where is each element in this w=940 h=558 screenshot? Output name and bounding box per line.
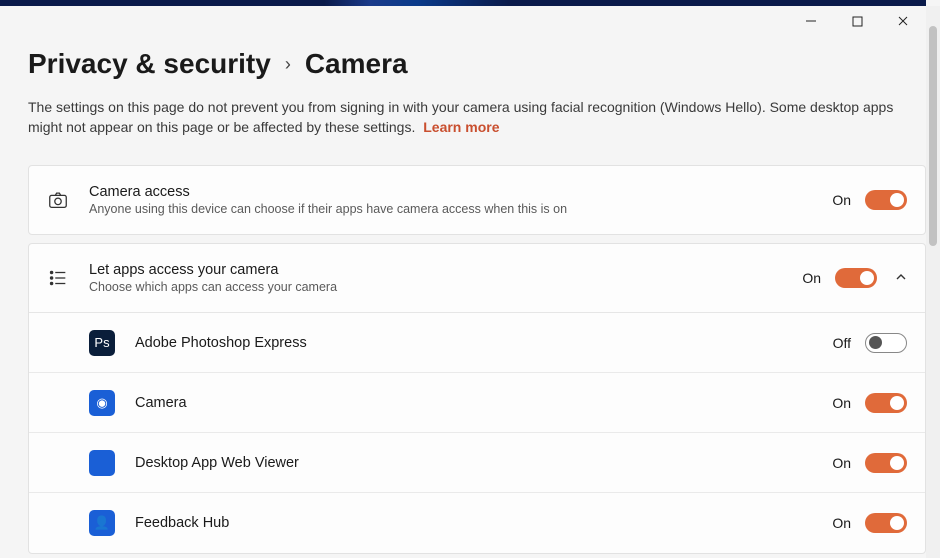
- app-row: Ps Adobe Photoshop ExpressOff: [29, 313, 925, 373]
- camera-access-state: On: [832, 192, 851, 208]
- app-row: Desktop App Web ViewerOn: [29, 433, 925, 493]
- app-icon: Ps: [89, 330, 115, 356]
- scroll-thumb[interactable]: [929, 26, 937, 246]
- app-icon: [89, 450, 115, 476]
- minimize-button[interactable]: [788, 6, 834, 36]
- page-description: The settings on this page do not prevent…: [28, 98, 898, 137]
- apps-access-toggle[interactable]: [835, 268, 877, 288]
- close-button[interactable]: [880, 6, 926, 36]
- apps-access-subtitle: Choose which apps can access your camera: [89, 280, 802, 294]
- camera-access-subtitle: Anyone using this device can choose if t…: [89, 202, 832, 216]
- learn-more-link[interactable]: Learn more: [423, 119, 499, 135]
- apps-access-state: On: [802, 270, 821, 286]
- app-toggle-state: On: [832, 515, 851, 531]
- camera-access-toggle[interactable]: [865, 190, 907, 210]
- app-toggle-state: On: [832, 395, 851, 411]
- breadcrumb-parent[interactable]: Privacy & security: [28, 48, 271, 80]
- app-toggle-state: On: [832, 455, 851, 471]
- app-toggle[interactable]: [865, 333, 907, 353]
- breadcrumb-current: Camera: [305, 48, 408, 80]
- app-name-label: Camera: [135, 395, 832, 411]
- app-toggle-state: Off: [833, 335, 851, 351]
- app-name-label: Adobe Photoshop Express: [135, 335, 833, 351]
- app-icon: 👤: [89, 510, 115, 536]
- app-row: 👤 Feedback HubOn: [29, 493, 925, 553]
- camera-access-title: Camera access: [89, 184, 832, 200]
- app-row: ◉ CameraOn: [29, 373, 925, 433]
- maximize-button[interactable]: [834, 6, 880, 36]
- app-toggle[interactable]: [865, 453, 907, 473]
- list-icon: [47, 267, 69, 289]
- apps-access-section: Let apps access your camera Choose which…: [28, 243, 926, 554]
- app-name-label: Feedback Hub: [135, 515, 832, 531]
- app-toggle[interactable]: [865, 393, 907, 413]
- breadcrumb: Privacy & security › Camera: [28, 48, 926, 80]
- camera-access-section: Camera access Anyone using this device c…: [28, 165, 926, 235]
- scrollbar[interactable]: [926, 6, 940, 558]
- app-name-label: Desktop App Web Viewer: [135, 455, 832, 471]
- chevron-right-icon: ›: [285, 54, 291, 75]
- window-controls: [788, 6, 926, 36]
- app-toggle[interactable]: [865, 513, 907, 533]
- apps-access-title: Let apps access your camera: [89, 262, 802, 278]
- chevron-up-icon[interactable]: [895, 271, 907, 286]
- app-icon: ◉: [89, 390, 115, 416]
- camera-icon: [47, 189, 69, 211]
